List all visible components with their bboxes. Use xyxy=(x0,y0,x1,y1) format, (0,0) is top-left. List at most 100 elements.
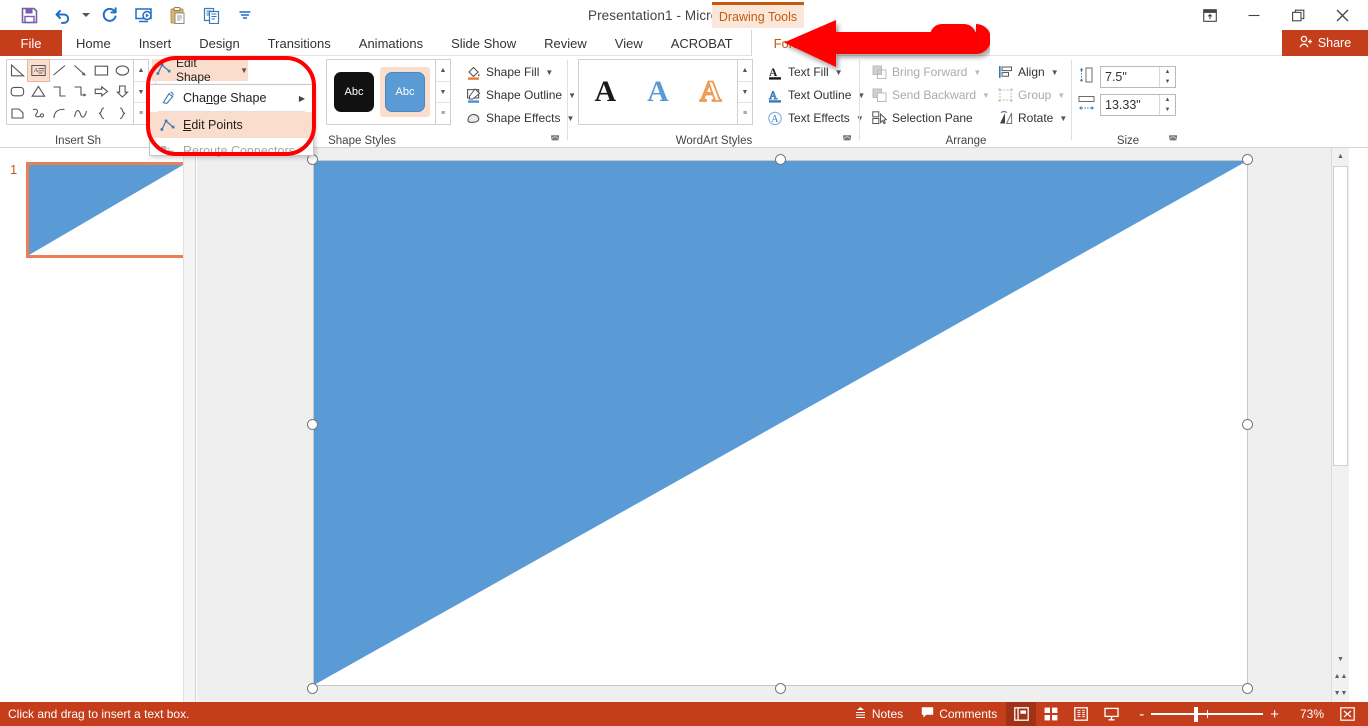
scroll-down-icon[interactable]: ▼ xyxy=(1332,651,1349,668)
tab-slide-show[interactable]: Slide Show xyxy=(437,30,530,56)
handle-middle-left[interactable] xyxy=(307,419,318,430)
scrollbar-thumb[interactable] xyxy=(1333,166,1348,466)
chevron-down-icon[interactable]: ▼ xyxy=(240,66,248,75)
shape-outline-button[interactable]: Shape Outline ▼ xyxy=(462,84,579,106)
ribbon-display-options-icon[interactable] xyxy=(1188,1,1232,29)
text-fill-button[interactable]: A Text Fill ▼ xyxy=(764,61,846,83)
triangle-shape[interactable] xyxy=(28,81,49,102)
comments-button[interactable]: Comments xyxy=(912,702,1006,726)
shape-height-input-wrap[interactable]: ▲ ▼ xyxy=(1100,66,1176,88)
rectangle-shape[interactable] xyxy=(91,60,112,81)
customize-qat-icon[interactable] xyxy=(228,1,262,29)
chevron-down-icon[interactable]: ▼ xyxy=(1051,68,1059,77)
wordart-styles-dialog-launcher[interactable]: ◚ xyxy=(842,135,852,146)
shape-styles-scroll-up-icon[interactable]: ▲ xyxy=(436,60,450,82)
zoom-slider[interactable]: - + xyxy=(1126,702,1292,726)
chevron-down-icon[interactable]: ▼ xyxy=(982,91,990,100)
shape-styles-more-icon[interactable]: ≡ xyxy=(436,103,450,124)
notes-button[interactable]: Notes xyxy=(845,702,912,726)
wordart-scroll-down-icon[interactable]: ▼ xyxy=(738,82,752,104)
slide-vertical-scrollbar[interactable]: ▲ ▼ ▲▲ ▼▼ xyxy=(1331,148,1349,702)
align-button[interactable]: Align ▼ xyxy=(994,61,1062,83)
pentagon-shape[interactable] xyxy=(7,103,28,124)
shape-width-spinner[interactable]: ▲ ▼ xyxy=(1159,95,1175,115)
tell-me-search-box[interactable]: o... xyxy=(866,30,986,56)
share-button[interactable]: Share xyxy=(1282,30,1368,56)
slide-canvas[interactable] xyxy=(313,160,1248,686)
rotate-button[interactable]: Rotate ▼ xyxy=(994,107,1070,129)
right-triangle-shape-selected[interactable] xyxy=(314,161,1247,685)
spinner-down-icon[interactable]: ▼ xyxy=(1160,105,1175,115)
left-brace-shape[interactable] xyxy=(91,103,112,124)
elbow-arrow-connector-shape[interactable] xyxy=(70,81,91,102)
tab-acrobat[interactable]: ACROBAT xyxy=(657,30,747,56)
shape-width-input[interactable] xyxy=(1101,95,1159,115)
close-icon[interactable] xyxy=(1320,1,1364,29)
insert-shapes-scrollbar[interactable]: ▲ ▼ ≡ xyxy=(134,59,149,125)
spinner-up-icon[interactable]: ▲ xyxy=(1160,95,1175,105)
shape-styles-scrollbar[interactable]: ▲ ▼ ≡ xyxy=(436,59,451,125)
handle-bottom-left[interactable] xyxy=(307,683,318,694)
shape-height-spinner[interactable]: ▲ ▼ xyxy=(1159,67,1175,87)
tab-insert[interactable]: Insert xyxy=(125,30,186,56)
duplicate-icon[interactable] xyxy=(194,1,228,29)
text-effects-button[interactable]: A Text Effects ▼ xyxy=(764,107,867,129)
view-reading-button[interactable] xyxy=(1066,702,1096,726)
wordart-preview-blue[interactable]: A xyxy=(647,77,669,107)
shape-fill-button[interactable]: Shape Fill ▼ xyxy=(462,61,556,83)
style-swatch-dark[interactable]: Abc xyxy=(334,72,374,112)
down-arrow-shape[interactable] xyxy=(112,81,133,102)
scribble-shape[interactable] xyxy=(28,103,49,124)
handle-top-right[interactable] xyxy=(1242,154,1253,165)
style-swatch-blue[interactable]: Abc xyxy=(385,72,425,112)
zoom-out-button[interactable]: - xyxy=(1132,707,1151,722)
chevron-down-icon[interactable]: ▼ xyxy=(835,68,843,77)
thumbnail-pane-scrollbar[interactable] xyxy=(183,148,195,702)
oval-shape[interactable] xyxy=(112,60,133,81)
save-icon[interactable] xyxy=(12,1,46,29)
right-arrow-shape[interactable] xyxy=(91,81,112,102)
view-normal-button[interactable] xyxy=(1006,702,1037,726)
chevron-down-icon[interactable]: ▼ xyxy=(1059,114,1067,123)
shape-styles-dialog-launcher[interactable]: ◚ xyxy=(550,135,560,146)
previous-slide-icon[interactable]: ▲▲ xyxy=(1332,668,1349,685)
next-slide-icon[interactable]: ▼▼ xyxy=(1332,685,1349,702)
wordart-more-icon[interactable]: ≡ xyxy=(738,103,752,124)
shape-styles-scroll-down-icon[interactable]: ▼ xyxy=(436,82,450,104)
group-button[interactable]: Group ▼ xyxy=(994,84,1068,106)
minimize-icon[interactable] xyxy=(1232,1,1276,29)
zoom-in-button[interactable]: + xyxy=(1263,707,1286,722)
tab-view[interactable]: View xyxy=(601,30,657,56)
handle-top-center[interactable] xyxy=(775,154,786,165)
tab-file[interactable]: File xyxy=(0,30,62,56)
handle-middle-right[interactable] xyxy=(1242,419,1253,430)
tab-format[interactable]: Format xyxy=(750,30,838,56)
elbow-connector-shape[interactable] xyxy=(49,81,70,102)
start-presentation-icon[interactable] xyxy=(126,1,160,29)
text-box-shape[interactable]: A xyxy=(27,58,50,83)
bring-forward-button[interactable]: Bring Forward ▼ xyxy=(868,61,984,83)
view-slideshow-button[interactable] xyxy=(1096,702,1126,726)
shape-height-input[interactable] xyxy=(1101,67,1159,87)
chevron-down-icon[interactable]: ▼ xyxy=(973,68,981,77)
size-dialog-launcher[interactable]: ◚ xyxy=(1168,135,1178,146)
scroll-down-icon[interactable]: ▼ xyxy=(134,82,148,104)
wordart-preview-orange[interactable]: A xyxy=(699,76,722,108)
undo-icon[interactable] xyxy=(46,1,80,29)
tab-transitions[interactable]: Transitions xyxy=(254,30,345,56)
undo-dropdown-icon[interactable] xyxy=(80,1,92,29)
tab-review[interactable]: Review xyxy=(530,30,601,56)
more-shapes-icon[interactable]: ≡ xyxy=(134,103,148,124)
scroll-up-icon[interactable]: ▲ xyxy=(1332,148,1349,165)
curve-shape[interactable] xyxy=(70,103,91,124)
selection-pane-button[interactable]: Selection Pane xyxy=(868,107,976,129)
redo-icon[interactable] xyxy=(92,1,126,29)
wordart-scroll-up-icon[interactable]: ▲ xyxy=(738,60,752,82)
zoom-slider-knob[interactable] xyxy=(1194,707,1199,722)
zoom-level-label[interactable]: 73% xyxy=(1292,707,1332,721)
arc-shape[interactable] xyxy=(49,103,70,124)
spinner-down-icon[interactable]: ▼ xyxy=(1160,77,1175,87)
tab-design[interactable]: Design xyxy=(185,30,253,56)
handle-bottom-right[interactable] xyxy=(1242,683,1253,694)
menu-item-change-shape[interactable]: Change Shape ▶ xyxy=(150,85,313,111)
